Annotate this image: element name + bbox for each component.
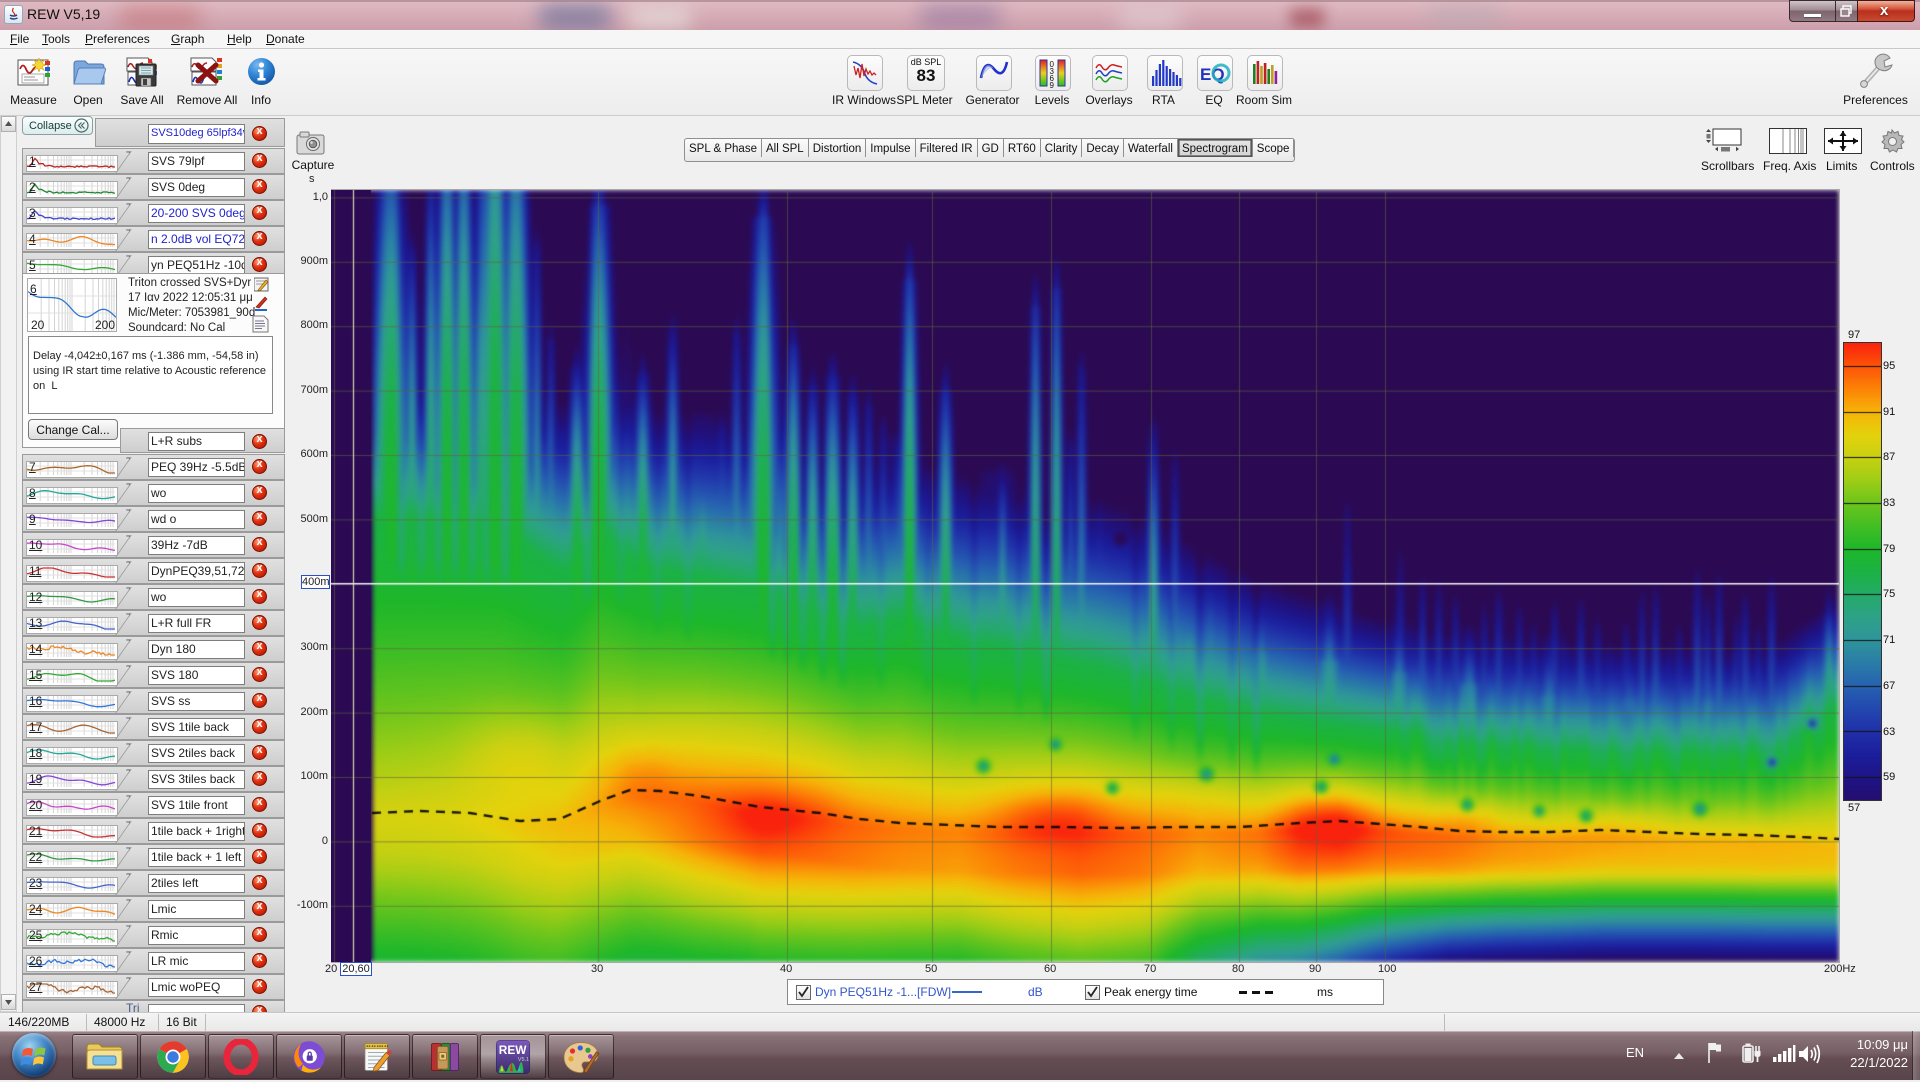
svg-text:REW: REW <box>499 1043 527 1057</box>
svg-text:V5.1: V5.1 <box>518 1057 529 1063</box>
svg-text:9: 9 <box>1050 81 1055 90</box>
